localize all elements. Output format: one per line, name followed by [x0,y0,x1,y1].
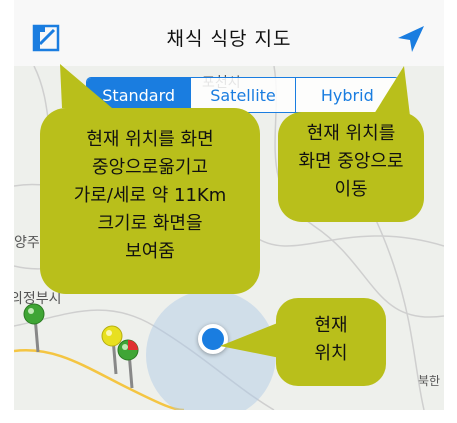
map-type-satellite[interactable]: Satellite [190,78,294,112]
current-location-dot [198,324,228,354]
callout-line: 화면 중앙으로 [298,150,404,172]
callout-current-location: 현재 위치 [220,298,386,386]
callout-right: 현재 위치를 화면 중앙으로 이동 [278,66,424,222]
callout-line: 위치 [314,342,348,364]
map-pin-icon [117,339,139,389]
page-title: 채식 식당 지도 [166,28,292,50]
callout-line: 보여줌 [125,240,175,262]
map-pin-icon [23,303,45,353]
location-arrow-icon [398,26,424,52]
callout-line: 중앙으로옮기고 [92,156,208,178]
callout-line: 크기로 화면을 [97,212,203,234]
callout-line: 현재 [314,315,348,336]
callout-line: 현재 위치를 [306,123,396,144]
callout-line: 현재 위치를 화면 [86,129,214,150]
current-location-button[interactable] [396,24,426,54]
navigation-bar: 채식 식당 지도 [14,0,444,66]
callout-line: 가로/세로 약 11Km [73,184,227,206]
callout-left: 현재 위치를 화면 중앙으로옮기고 가로/세로 약 11Km 크기로 화면을 보… [40,64,260,294]
map-place-label: 양주 [14,235,40,251]
map-place-label: 북한 [418,374,441,388]
restaurant-pin[interactable] [116,338,146,394]
callout-line: 이동 [334,178,368,200]
restaurant-pin[interactable] [22,302,52,358]
